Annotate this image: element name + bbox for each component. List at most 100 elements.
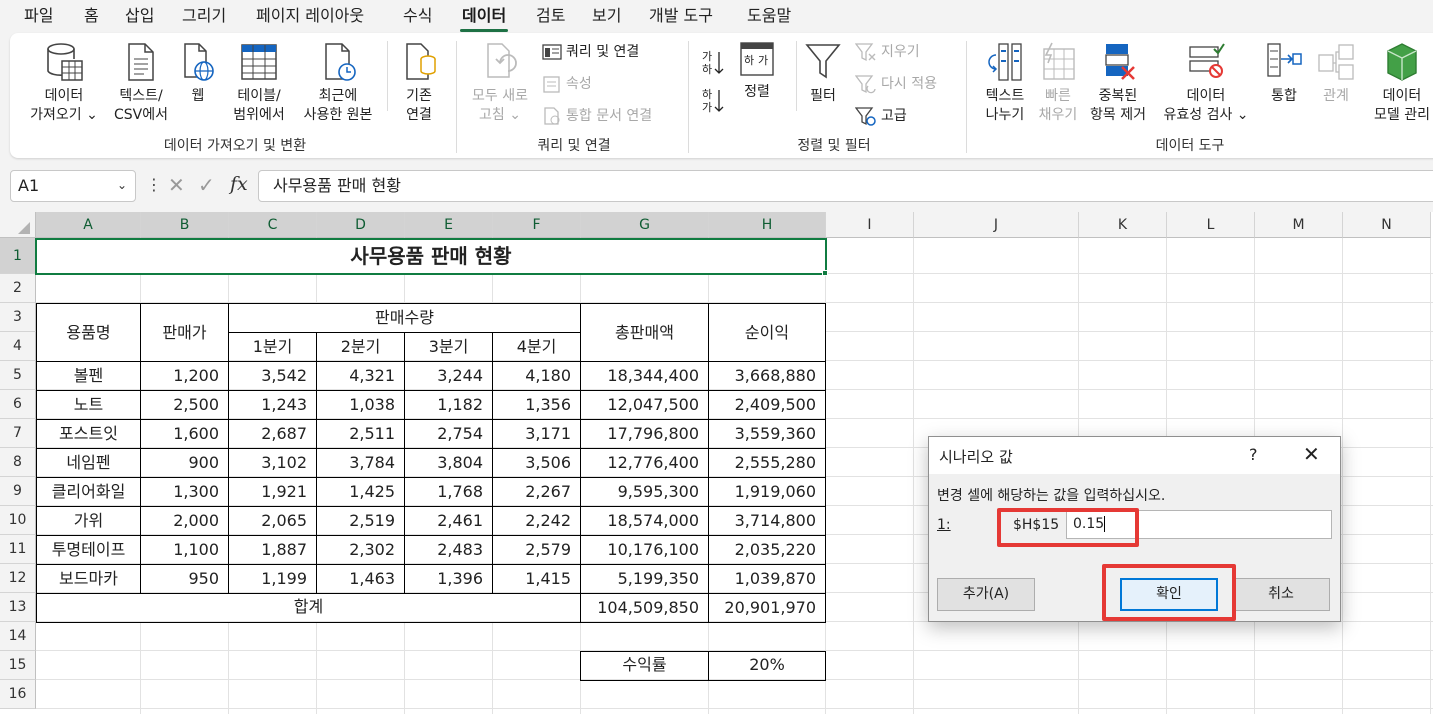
- get-data-button[interactable]: 데이터 가져오기 ⌄: [24, 41, 104, 125]
- column-header-f[interactable]: F: [493, 212, 581, 238]
- data-validation-button[interactable]: 데이터 유효성 검사 ⌄: [1158, 41, 1254, 125]
- cell-total[interactable]: 10,176,100: [581, 536, 708, 564]
- cell-q2[interactable]: 4,321: [317, 362, 404, 390]
- column-header-b[interactable]: B: [141, 212, 229, 238]
- cell-price[interactable]: 900: [141, 449, 228, 477]
- cell-total[interactable]: 18,574,000: [581, 507, 708, 535]
- reapply-button[interactable]: 다시 적용: [855, 73, 937, 95]
- row-header-14[interactable]: 14: [0, 622, 36, 651]
- cell-q1[interactable]: 1,199: [229, 565, 316, 593]
- row-header-8[interactable]: 8: [0, 448, 36, 477]
- cell-price[interactable]: 950: [141, 565, 228, 593]
- sort-button[interactable]: 하 가 정렬: [732, 41, 782, 102]
- cell-q3[interactable]: 2,461: [405, 507, 492, 535]
- cell-q1[interactable]: 1,921: [229, 478, 316, 506]
- cell-name[interactable]: 보드마카: [37, 565, 140, 593]
- cell-q3[interactable]: 3,804: [405, 449, 492, 477]
- refresh-all-button[interactable]: 모두 새로 고침 ⌄: [464, 41, 536, 125]
- row-header-9[interactable]: 9: [0, 477, 36, 506]
- row-header-16[interactable]: 16: [0, 680, 36, 709]
- cell-q1[interactable]: 3,102: [229, 449, 316, 477]
- cell-q3[interactable]: 1,396: [405, 565, 492, 593]
- cell-q1[interactable]: 3,542: [229, 362, 316, 390]
- cancel-button[interactable]: 취소: [1232, 578, 1330, 611]
- column-header-l[interactable]: L: [1167, 212, 1255, 238]
- cell-q1[interactable]: 2,065: [229, 507, 316, 535]
- column-header-m[interactable]: M: [1255, 212, 1343, 238]
- cell-q4[interactable]: 2,242: [493, 507, 580, 535]
- header-q3[interactable]: 3분기: [405, 333, 492, 361]
- cell-name[interactable]: 포스트잇: [37, 420, 140, 448]
- from-web-button[interactable]: 웹: [178, 41, 218, 106]
- tab-draw[interactable]: 그리기: [180, 5, 228, 29]
- cell-q2[interactable]: 1,038: [317, 391, 404, 419]
- cell-q4[interactable]: 2,267: [493, 478, 580, 506]
- cell-price[interactable]: 1,300: [141, 478, 228, 506]
- cancel-icon[interactable]: ✕: [168, 173, 185, 197]
- cell-total[interactable]: 5,199,350: [581, 565, 708, 593]
- cell-q3[interactable]: 3,244: [405, 362, 492, 390]
- cell-q4[interactable]: 1,415: [493, 565, 580, 593]
- column-header-g[interactable]: G: [581, 212, 709, 238]
- row-header-15[interactable]: 15: [0, 651, 36, 680]
- tab-review[interactable]: 검토: [534, 5, 567, 29]
- text-to-columns-button[interactable]: 텍스트 나누기: [976, 41, 1034, 125]
- sort-asc-button[interactable]: 가하: [702, 49, 724, 76]
- cell-name[interactable]: 노트: [37, 391, 140, 419]
- header-item[interactable]: 용품명: [37, 304, 140, 361]
- cell-total[interactable]: 12,776,400: [581, 449, 708, 477]
- queries-connections-button[interactable]: 쿼리 및 연결: [542, 41, 639, 63]
- cell-total[interactable]: 12,047,500: [581, 391, 708, 419]
- cell-q1[interactable]: 1,243: [229, 391, 316, 419]
- cell-q4[interactable]: 2,579: [493, 536, 580, 564]
- column-header-h[interactable]: H: [709, 212, 826, 238]
- add-button[interactable]: 추가(A): [937, 578, 1035, 611]
- cell-profit[interactable]: 1,919,060: [709, 478, 825, 506]
- cell-q2[interactable]: 2,302: [317, 536, 404, 564]
- flash-fill-button[interactable]: 빠른 채우기: [1034, 41, 1082, 125]
- help-icon[interactable]: ?: [1249, 445, 1258, 464]
- cell-profit[interactable]: 3,668,880: [709, 362, 825, 390]
- cell-total[interactable]: 9,595,300: [581, 478, 708, 506]
- row-header-6[interactable]: 6: [0, 390, 36, 419]
- fill-handle[interactable]: [822, 270, 828, 276]
- select-all-corner[interactable]: [0, 212, 36, 238]
- filter-button[interactable]: 필터: [802, 41, 844, 106]
- cell-q1[interactable]: 1,887: [229, 536, 316, 564]
- cell-q3[interactable]: 1,768: [405, 478, 492, 506]
- column-header-k[interactable]: K: [1079, 212, 1167, 238]
- cell-q3[interactable]: 2,754: [405, 420, 492, 448]
- row-header-5[interactable]: 5: [0, 361, 36, 390]
- tab-page-layout[interactable]: 페이지 레이아웃: [254, 5, 366, 29]
- tab-home[interactable]: 홈: [82, 5, 101, 29]
- cell-q2[interactable]: 2,519: [317, 507, 404, 535]
- cell-price[interactable]: 1,200: [141, 362, 228, 390]
- header-q1[interactable]: 1분기: [229, 333, 316, 361]
- row-header-7[interactable]: 7: [0, 419, 36, 448]
- sum-label-cell[interactable]: 합계: [37, 593, 580, 621]
- sheet-title-cell[interactable]: 사무용품 판매 현황: [37, 239, 825, 273]
- row-header-12[interactable]: 12: [0, 564, 36, 593]
- cell-q4[interactable]: 1,356: [493, 391, 580, 419]
- cell-profit[interactable]: 3,714,800: [709, 507, 825, 535]
- rate-label-cell[interactable]: 수익률: [581, 651, 708, 679]
- cell-price[interactable]: 1,100: [141, 536, 228, 564]
- tab-developer[interactable]: 개발 도구: [647, 5, 715, 29]
- cell-price[interactable]: 2,500: [141, 391, 228, 419]
- cell-q4[interactable]: 3,506: [493, 449, 580, 477]
- cell-name[interactable]: 가위: [37, 507, 140, 535]
- relationships-button[interactable]: 관계: [1314, 41, 1358, 106]
- check-icon[interactable]: ✓: [198, 173, 215, 197]
- cell-q2[interactable]: 1,463: [317, 565, 404, 593]
- header-price[interactable]: 판매가: [141, 304, 228, 361]
- close-icon[interactable]: ✕: [1303, 442, 1320, 466]
- properties-button[interactable]: 속성: [542, 73, 592, 95]
- cell-total[interactable]: 17,796,800: [581, 420, 708, 448]
- sort-desc-button[interactable]: 하가: [702, 87, 724, 114]
- cell-price[interactable]: 1,600: [141, 420, 228, 448]
- existing-connections-button[interactable]: 기존 연결: [394, 41, 444, 125]
- column-header-j[interactable]: J: [914, 212, 1079, 238]
- cell-profit[interactable]: 1,039,870: [709, 565, 825, 593]
- column-header-n[interactable]: N: [1343, 212, 1431, 238]
- row-header-2[interactable]: 2: [0, 274, 36, 303]
